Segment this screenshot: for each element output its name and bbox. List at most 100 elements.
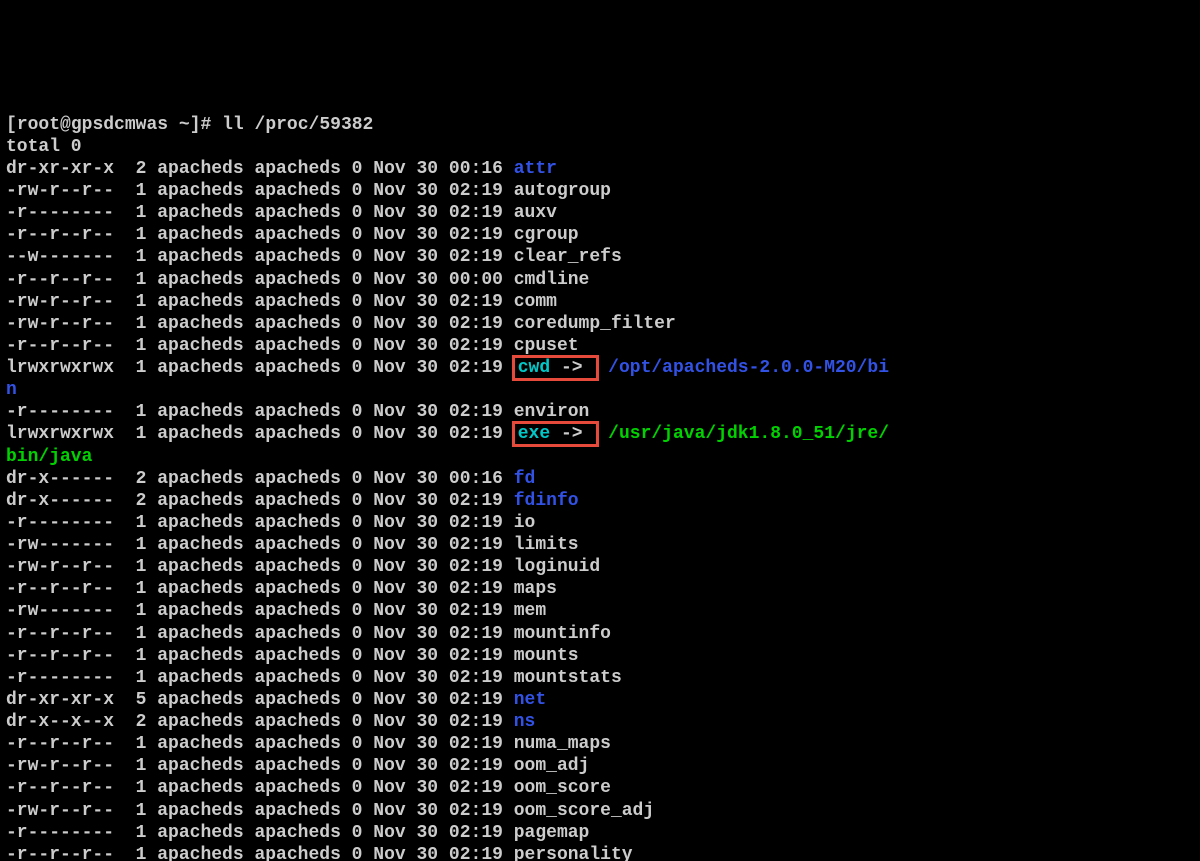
day: 30 <box>406 402 438 422</box>
month: Nov <box>362 845 405 861</box>
day: 30 <box>406 159 438 179</box>
links: 2 <box>114 159 146 179</box>
perm: -r-------- <box>6 823 114 843</box>
perm: -r-------- <box>6 203 114 223</box>
file-name: environ <box>514 402 590 422</box>
time: 02:19 <box>438 579 503 599</box>
month: Nov <box>362 181 405 201</box>
listing-row: -r--r--r-- 1 apacheds apacheds 0 Nov 30 … <box>6 778 611 798</box>
group: apacheds <box>244 181 341 201</box>
size: 0 <box>341 203 363 223</box>
size: 0 <box>341 491 363 511</box>
size: 0 <box>341 668 363 688</box>
file-name: mem <box>514 601 546 621</box>
day: 30 <box>406 823 438 843</box>
command-text: ll /proc/59382 <box>222 115 373 135</box>
group: apacheds <box>244 624 341 644</box>
owner: apacheds <box>146 314 243 334</box>
links: 1 <box>114 292 146 312</box>
perm: -r--r--r-- <box>6 270 114 290</box>
time: 02:19 <box>438 513 503 533</box>
owner: apacheds <box>146 624 243 644</box>
day: 30 <box>406 601 438 621</box>
month: Nov <box>362 778 405 798</box>
perm: -r--r--r-- <box>6 734 114 754</box>
time: 02:19 <box>438 734 503 754</box>
month: Nov <box>362 668 405 688</box>
arrow-icon: -> <box>550 358 593 378</box>
prompt-close: ] <box>190 115 201 135</box>
listing-row: dr-xr-xr-x 2 apacheds apacheds 0 Nov 30 … <box>6 159 557 179</box>
file-name: io <box>514 513 536 533</box>
file-name: mounts <box>514 646 579 666</box>
month: Nov <box>362 270 405 290</box>
listing-row: -rw-r--r-- 1 apacheds apacheds 0 Nov 30 … <box>6 292 557 312</box>
day: 30 <box>406 712 438 732</box>
prompt-open: [ <box>6 115 17 135</box>
owner: apacheds <box>146 668 243 688</box>
group: apacheds <box>244 203 341 223</box>
month: Nov <box>362 823 405 843</box>
links: 1 <box>114 358 146 378</box>
day: 30 <box>406 579 438 599</box>
listing-row: -r-------- 1 apacheds apacheds 0 Nov 30 … <box>6 668 622 688</box>
group: apacheds <box>244 801 341 821</box>
month: Nov <box>362 358 405 378</box>
prompt-host: gpsdcmwas <box>71 115 168 135</box>
owner: apacheds <box>146 513 243 533</box>
month: Nov <box>362 491 405 511</box>
listing-row: -r--r--r-- 1 apacheds apacheds 0 Nov 30 … <box>6 579 557 599</box>
group: apacheds <box>244 270 341 290</box>
group: apacheds <box>244 336 341 356</box>
links: 1 <box>114 823 146 843</box>
links: 1 <box>114 601 146 621</box>
perm: dr-x------ <box>6 469 114 489</box>
time: 02:19 <box>438 778 503 798</box>
listing-row: -rw-r--r-- 1 apacheds apacheds 0 Nov 30 … <box>6 801 654 821</box>
link-target: /opt/apacheds-2.0.0-M20/bi <box>608 358 889 378</box>
size: 0 <box>341 225 363 245</box>
file-name: cgroup <box>514 225 579 245</box>
listing-row: -r--r--r-- 1 apacheds apacheds 0 Nov 30 … <box>6 336 579 356</box>
perm: -r--r--r-- <box>6 646 114 666</box>
month: Nov <box>362 601 405 621</box>
owner: apacheds <box>146 270 243 290</box>
perm: dr-x--x--x <box>6 712 114 732</box>
month: Nov <box>362 624 405 644</box>
links: 1 <box>114 646 146 666</box>
owner: apacheds <box>146 491 243 511</box>
size: 0 <box>341 181 363 201</box>
owner: apacheds <box>146 402 243 422</box>
perm: -rw------- <box>6 535 114 555</box>
terminal-window[interactable]: [root@gpsdcmwas ~]# ll /proc/59382 total… <box>0 111 1200 861</box>
month: Nov <box>362 801 405 821</box>
size: 0 <box>341 314 363 334</box>
time: 02:19 <box>438 336 503 356</box>
file-name: mountstats <box>514 668 622 688</box>
links: 1 <box>114 336 146 356</box>
listing-row: -rw-r--r-- 1 apacheds apacheds 0 Nov 30 … <box>6 181 611 201</box>
listing-row: -r-------- 1 apacheds apacheds 0 Nov 30 … <box>6 203 557 223</box>
perm: dr-x------ <box>6 491 114 511</box>
size: 0 <box>341 646 363 666</box>
listing-row: -rw------- 1 apacheds apacheds 0 Nov 30 … <box>6 601 546 621</box>
owner: apacheds <box>146 823 243 843</box>
day: 30 <box>406 801 438 821</box>
listing-row: -r--r--r-- 1 apacheds apacheds 0 Nov 30 … <box>6 646 579 666</box>
listing-row: -r-------- 1 apacheds apacheds 0 Nov 30 … <box>6 402 589 422</box>
time: 02:19 <box>438 690 503 710</box>
month: Nov <box>362 535 405 555</box>
prompt-user: root <box>17 115 60 135</box>
day: 30 <box>406 778 438 798</box>
arrow-icon: -> <box>550 424 593 444</box>
perm: lrwxrwxrwx <box>6 424 114 444</box>
group: apacheds <box>244 734 341 754</box>
listing-row: --w------- 1 apacheds apacheds 0 Nov 30 … <box>6 247 622 267</box>
file-name: cmdline <box>514 270 590 290</box>
file-name: attr <box>514 159 557 179</box>
size: 0 <box>341 601 363 621</box>
perm: -r-------- <box>6 513 114 533</box>
links: 1 <box>114 270 146 290</box>
day: 30 <box>406 424 438 444</box>
day: 30 <box>406 646 438 666</box>
